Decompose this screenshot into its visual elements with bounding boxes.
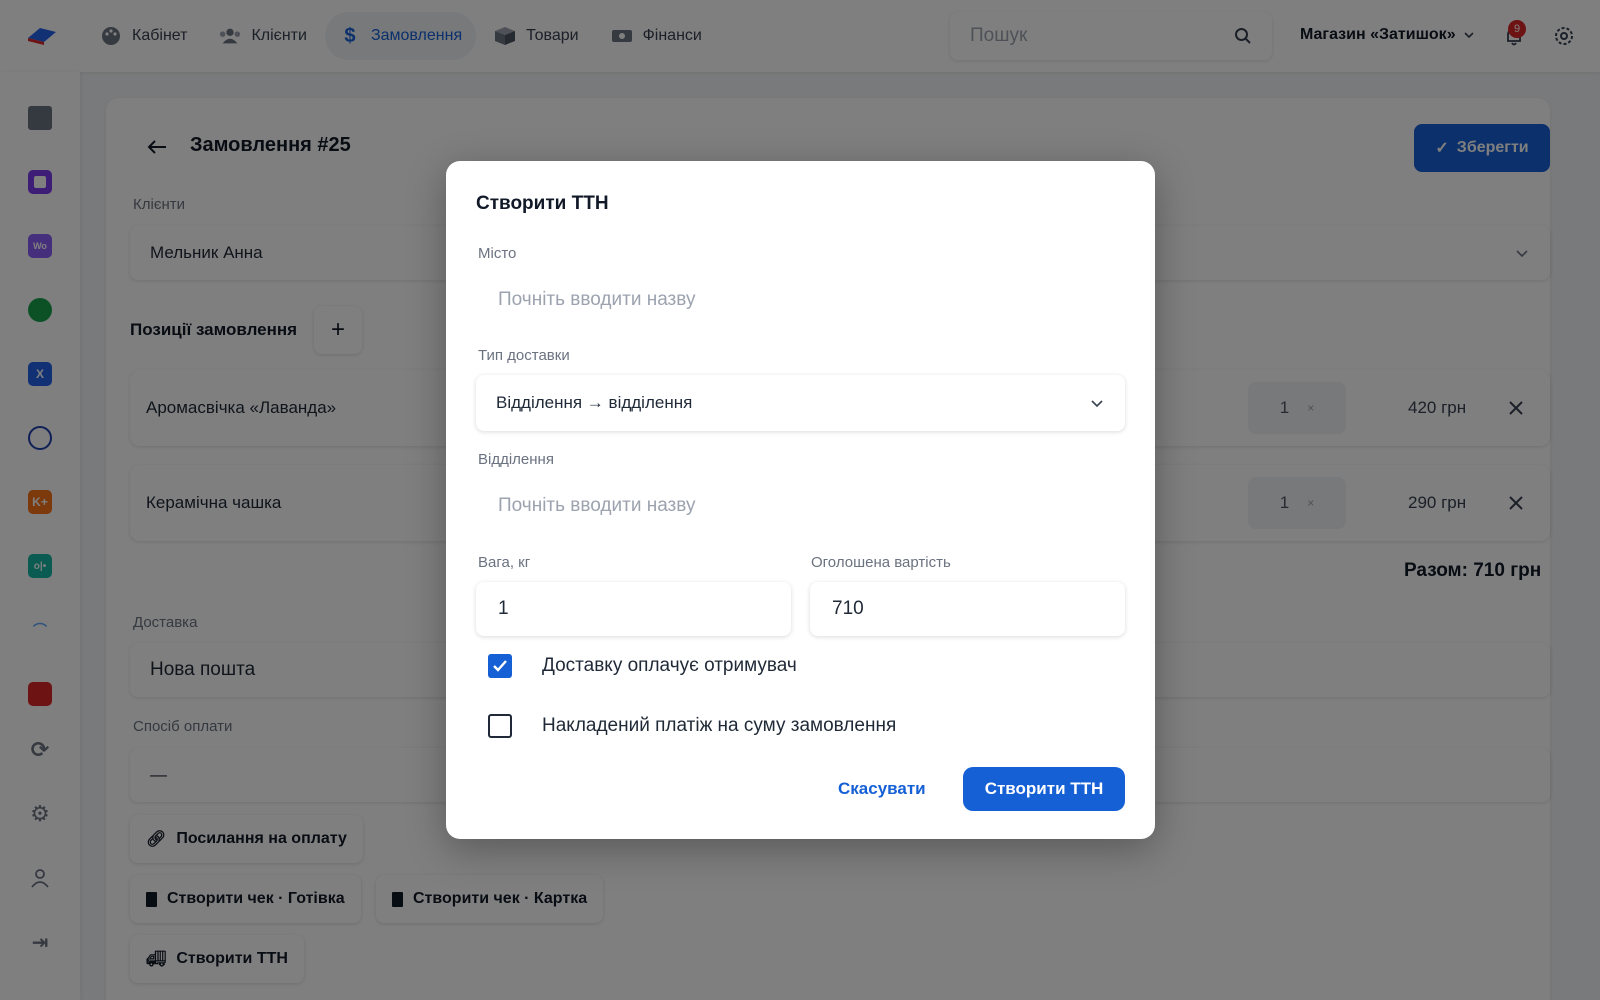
recipient-pays-checkbox[interactable] xyxy=(488,654,512,678)
recipient-pays-row[interactable]: Доставку оплачує отримувач xyxy=(488,654,797,678)
branch-input[interactable] xyxy=(476,479,1125,533)
city-label: Місто xyxy=(478,245,517,262)
delivery-type-value: Відділення → відділення xyxy=(496,393,693,412)
submit-create-ttn-button[interactable]: Створити ТТН xyxy=(963,767,1125,811)
delivery-type-select[interactable]: Відділення → відділення xyxy=(476,375,1125,431)
weight-label: Вага, кг xyxy=(478,554,531,571)
cod-checkbox[interactable] xyxy=(488,714,512,738)
weight-input[interactable] xyxy=(476,582,791,636)
city-input[interactable] xyxy=(476,273,1125,327)
cancel-button[interactable]: Скасувати xyxy=(838,779,926,799)
cod-label: Накладений платіж на суму замовлення xyxy=(542,715,897,736)
declared-value-label: Оголошена вартість xyxy=(811,554,951,571)
recipient-pays-label: Доставку оплачує отримувач xyxy=(542,655,797,676)
modal-title: Створити ТТН xyxy=(476,193,609,214)
branch-label: Відділення xyxy=(478,451,554,468)
declared-value-input[interactable] xyxy=(810,582,1125,636)
delivery-type-label: Тип доставки xyxy=(478,347,570,364)
check-icon xyxy=(493,660,507,672)
chevron-down-icon xyxy=(1091,400,1103,408)
cod-row[interactable]: Накладений платіж на суму замовлення xyxy=(488,714,896,738)
create-ttn-modal: Створити ТТН Місто Тип доставки Відділен… xyxy=(446,161,1155,839)
